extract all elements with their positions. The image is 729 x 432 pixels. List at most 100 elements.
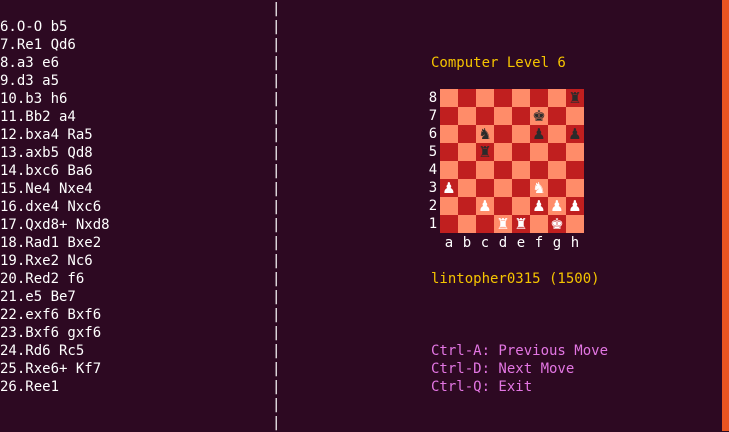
square-f5 [530,143,548,161]
square-g4 [548,161,566,179]
square-d6 [494,125,512,143]
square-e4 [512,161,530,179]
square-d7 [494,107,512,125]
rank-label: 3 [428,180,438,196]
square-e6 [512,125,530,143]
move-line: 7.Re1 Qd6 [0,37,76,53]
square-d4 [494,161,512,179]
square-d5 [494,143,512,161]
move-line: 10.b3 h6 [0,91,68,107]
rank-label: 8 [428,90,438,106]
square-c6: ♞ [476,125,494,143]
white-piece-icon: ♟ [442,179,456,197]
square-f3: ♞ [530,179,548,197]
move-line: 21.e5 Be7 [0,289,76,305]
rank-label: 1 [428,216,438,232]
rank-label: 7 [428,108,438,124]
black-piece-icon: ♞ [478,125,492,143]
file-label: a [444,235,454,251]
square-h7 [566,107,584,125]
white-piece-icon: ♜ [514,215,528,233]
square-a4 [440,161,458,179]
square-d3 [494,179,512,197]
black-piece-icon: ♚ [532,107,546,125]
move-line: 20.Red2 f6 [0,271,85,287]
square-b7 [458,107,476,125]
move-line: 26.Ree1 [0,379,60,395]
opponent-label: Computer Level 6 [431,55,566,71]
square-c5: ♜ [476,143,494,161]
square-a3: ♟ [440,179,458,197]
move-line: 23.Bxf6 gxf6 [0,325,102,341]
white-piece-icon: ♟ [532,197,546,215]
square-b5 [458,143,476,161]
square-b3 [458,179,476,197]
move-line: 13.axb5 Qd8 [0,145,93,161]
square-g6 [548,125,566,143]
move-line: 14.bxc6 Ba6 [0,163,93,179]
rank-label: 2 [428,198,438,214]
black-piece-icon: ♜ [478,143,492,161]
square-d1: ♜ [494,215,512,233]
white-piece-icon: ♜ [496,215,510,233]
rank-label: 6 [428,126,438,142]
square-a6 [440,125,458,143]
square-a8 [440,89,458,107]
square-h8: ♜ [566,89,584,107]
square-f8 [530,89,548,107]
move-line: 9.d3 a5 [0,73,60,89]
square-b1 [458,215,476,233]
chess-board: ♜ ♚ ♞ ♟ ♟ ♜ ♟ ♞ ♟ ♟ ♟ ♟ ♜ ♜ ♚ [440,89,584,233]
square-c1 [476,215,494,233]
square-h5 [566,143,584,161]
square-g1: ♚ [548,215,566,233]
square-f4 [530,161,548,179]
terminal-window: 6.O-O b5 7.Re1 Qd6 8.a3 e6 9.d3 a5 10.b3 h6 1… [0,1,609,431]
move-line: 15.Ne4 Nxe4 [0,181,93,197]
square-c7 [476,107,494,125]
square-g3 [548,179,566,197]
square-g7 [548,107,566,125]
square-b4 [458,161,476,179]
square-a2 [440,197,458,215]
square-h6: ♟ [566,125,584,143]
file-label: c [480,235,490,251]
move-line: 24.Rd6 Rc5 [0,343,85,359]
rank-label: 4 [428,162,438,178]
square-h2: ♟ [566,197,584,215]
file-label: b [462,235,472,251]
square-g8 [548,89,566,107]
black-piece-icon: ♜ [568,89,582,107]
white-piece-icon: ♚ [550,215,564,233]
file-label: h [570,235,580,251]
move-line: 11.Bb2 a4 [0,109,76,125]
square-c4 [476,161,494,179]
scrollbar-edge [722,0,729,431]
move-line: 6.O-O b5 [0,19,68,35]
shortcut-hint: Ctrl-A: Previous Move [431,343,609,359]
square-f7: ♚ [530,107,548,125]
black-piece-icon: ♟ [532,125,546,143]
square-h3 [566,179,584,197]
white-piece-icon: ♞ [532,179,546,197]
file-label: d [498,235,508,251]
square-e2 [512,197,530,215]
square-d8 [494,89,512,107]
keyboard-help: Ctrl-A: Previous Move Ctrl-D: Next Move Ct… [431,342,608,396]
square-e8 [512,89,530,107]
square-e5 [512,143,530,161]
move-line: 18.Rad1 Bxe2 [0,235,102,251]
square-g2: ♟ [548,197,566,215]
black-piece-icon: ♟ [568,125,582,143]
square-a1 [440,215,458,233]
square-h4 [566,161,584,179]
square-e1: ♜ [512,215,530,233]
square-e3 [512,179,530,197]
move-line: 19.Rxe2 Nc6 [0,253,93,269]
file-label: g [552,235,562,251]
square-b8 [458,89,476,107]
square-c8 [476,89,494,107]
square-a5 [440,143,458,161]
square-c3 [476,179,494,197]
square-b2 [458,197,476,215]
